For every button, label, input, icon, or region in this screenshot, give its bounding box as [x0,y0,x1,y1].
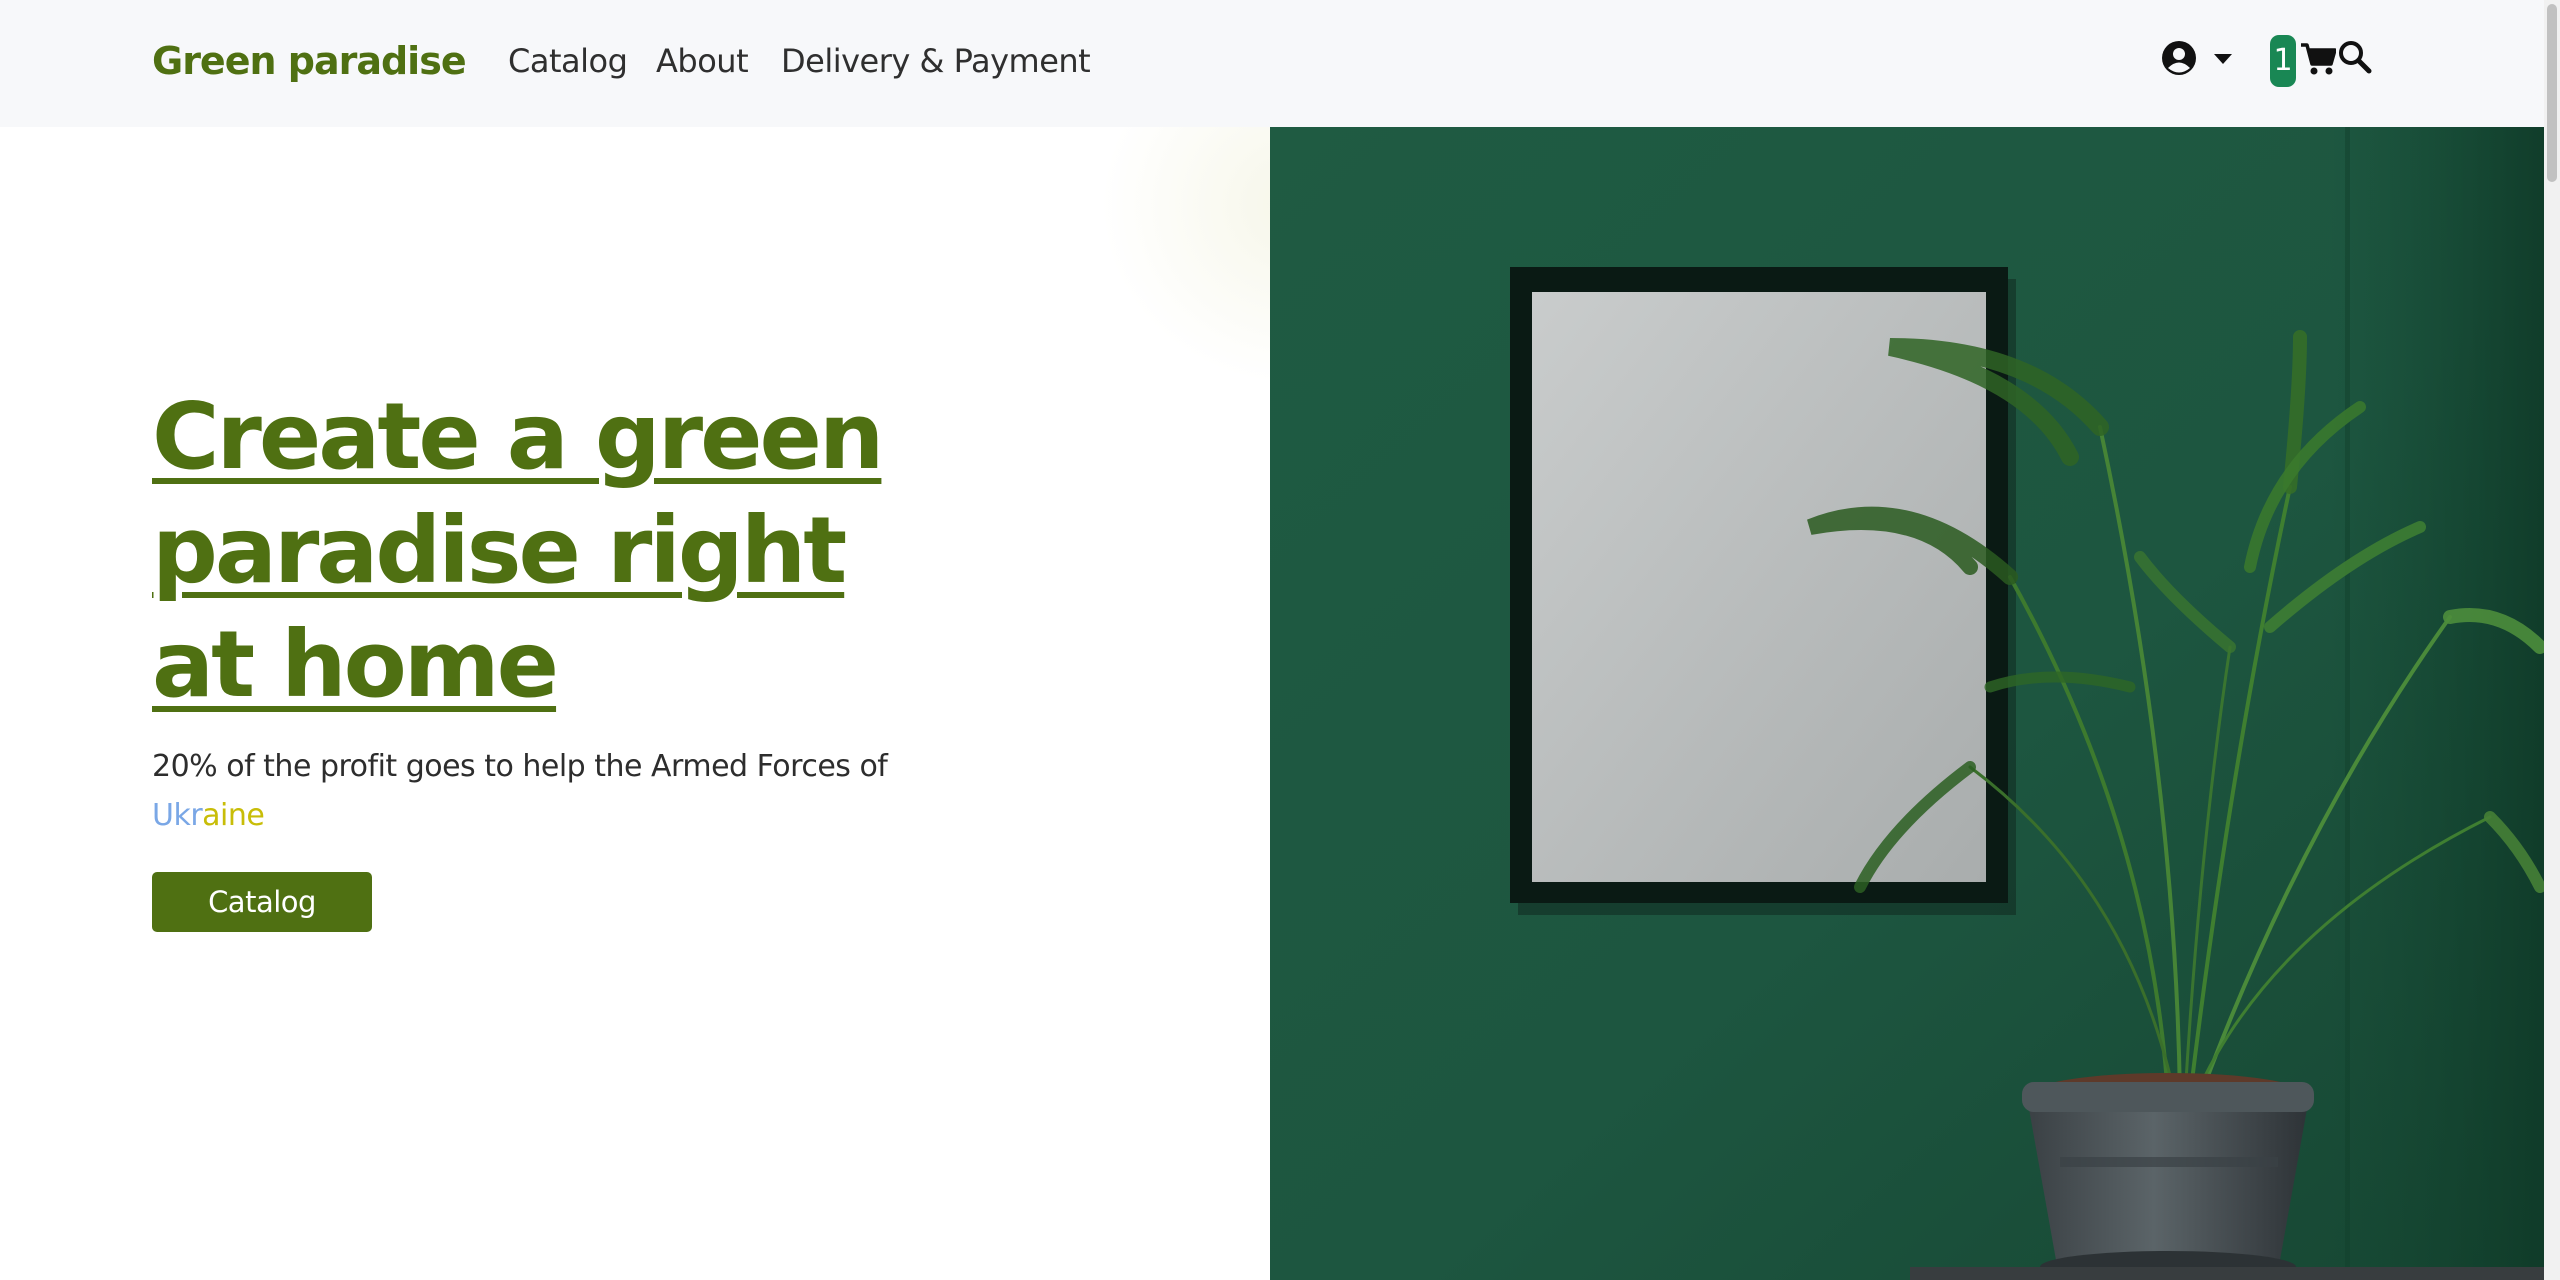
user-menu-dropdown[interactable] [2162,38,2234,80]
brand-logo[interactable]: Green paradise [152,34,467,88]
caret-down-icon [2214,54,2232,64]
nav-link-delivery-payment[interactable]: Delivery & Payment [781,36,1091,86]
ukraine-blue-text: Ukr [152,798,203,833]
scrollbar-thumb[interactable] [2547,4,2557,182]
hero-plant-image [1270,127,2544,1280]
nav-link-catalog[interactable]: Catalog [508,36,628,86]
hero-catalog-button[interactable]: Catalog [152,872,372,932]
navbar: Green paradise Catalog About Delivery & … [0,0,2544,127]
page-scrollbar[interactable] [2544,0,2560,1280]
cart-count-badge[interactable]: 1 [2270,35,2296,87]
hero-subtitle-text: 20% of the profit goes to help the Armed… [152,749,888,784]
nav-link-about[interactable]: About [656,36,749,86]
ukraine-yellow-text: aine [202,798,265,833]
user-circle-icon [2162,41,2196,75]
cart-icon[interactable] [2300,40,2336,76]
search-icon[interactable] [2338,40,2372,74]
hero-subtitle: 20% of the profit goes to help the Armed… [152,742,912,840]
hero-title-link[interactable]: Create a green paradise right at home [152,380,972,722]
